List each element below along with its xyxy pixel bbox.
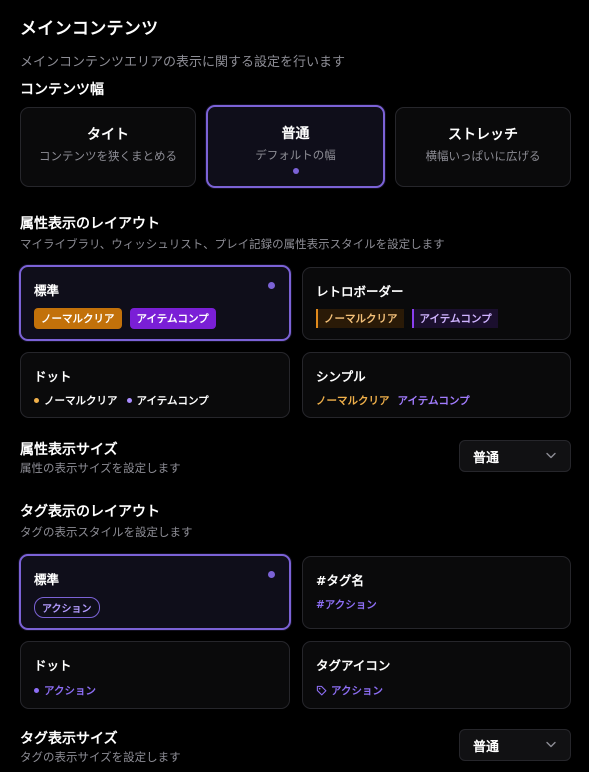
width-option-title: タイト [87, 127, 129, 143]
option-title: タグアイコン [316, 658, 391, 673]
tag-icon [316, 685, 327, 696]
width-option-desc: 横幅いっぱいに広げる [425, 149, 541, 163]
tag-size-description: タグの表示サイズを設定します [20, 750, 181, 764]
attr-size-value: 普通 [473, 450, 500, 466]
attr-size-select[interactable]: 普通 [459, 440, 571, 472]
tag-layout-option-dot[interactable]: ドット アクション [20, 641, 290, 709]
tag-label: アクション [44, 685, 96, 697]
normal-clear-badge: ノーマルクリア [34, 308, 122, 329]
attr-layout-option-simple[interactable]: シンプル ノーマルクリア アイテムコンプ [302, 352, 571, 418]
width-option-desc: コンテンツを狭くまとめる [39, 149, 177, 163]
width-option-tight[interactable]: タイト コンテンツを狭くまとめる [20, 107, 196, 187]
item-comp-label: アイテムコンプ [136, 395, 209, 407]
width-option-title: 普通 [281, 126, 310, 142]
tag-layout-option-tag-icon[interactable]: タグアイコン アクション [302, 641, 571, 709]
page-title: メインコンテンツ [20, 19, 159, 39]
option-title: #タグ名 [316, 573, 364, 588]
normal-clear-label: ノーマルクリア [44, 395, 118, 407]
item-comp-badge: アイテムコンプ [411, 309, 498, 328]
option-title: ドット [34, 658, 72, 673]
dot-icon [34, 688, 39, 693]
page-description: メインコンテンツエリアの表示に関する設定を行います [20, 55, 346, 70]
dot-icon [34, 398, 39, 403]
attr-size-heading: 属性表示サイズ [20, 442, 118, 458]
normal-clear-badge: ノーマルクリア [316, 309, 404, 328]
normal-clear-label: ノーマルクリア [316, 395, 390, 407]
attr-size-description: 属性の表示サイズを設定します [20, 461, 181, 475]
attr-layout-option-standard[interactable]: 標準 ノーマルクリア アイテムコンプ [19, 265, 291, 341]
item-comp-label: アイテムコンプ [397, 395, 470, 407]
option-title: レトロボーダー [316, 284, 404, 299]
tag-size-select[interactable]: 普通 [459, 729, 571, 761]
attr-layout-option-retro-border[interactable]: レトロボーダー ノーマルクリア アイテムコンプ [302, 267, 571, 340]
attr-layout-heading: 属性表示のレイアウト [20, 216, 160, 232]
tag-badge: アクション [34, 597, 100, 618]
attr-layout-description: マイライブラリ、ウィッシュリスト、プレイ記録の属性表示スタイルを設定します [20, 237, 445, 251]
dot-icon [126, 398, 132, 403]
item-comp-dot-item: アイテムコンプ [126, 393, 209, 408]
chevron-down-icon [546, 452, 556, 459]
content-width-heading: コンテンツ幅 [20, 82, 104, 98]
tag-size-heading: タグ表示サイズ [20, 731, 118, 747]
tag-layout-description: タグの表示スタイルを設定します [20, 525, 193, 539]
option-title: 標準 [34, 572, 60, 587]
tag-label: #アクション [316, 599, 377, 611]
option-title: シンプル [316, 369, 366, 384]
tag-size-value: 普通 [473, 739, 500, 755]
width-option-title: ストレッチ [448, 127, 518, 143]
option-title: ドット [34, 369, 72, 384]
selected-indicator-dot [268, 282, 275, 289]
tag-layout-heading: タグ表示のレイアウト [20, 504, 160, 520]
tag-layout-option-hashtag[interactable]: #タグ名 #アクション [302, 556, 571, 629]
normal-clear-dot-item: ノーマルクリア [34, 393, 118, 408]
width-option-desc: デフォルトの幅 [255, 148, 336, 162]
width-option-stretch[interactable]: ストレッチ 横幅いっぱいに広げる [395, 107, 571, 187]
tag-layout-option-standard[interactable]: 標準 アクション [19, 554, 291, 630]
width-option-normal[interactable]: 普通 デフォルトの幅 [206, 105, 385, 188]
attr-layout-option-dot[interactable]: ドット ノーマルクリア アイテムコンプ [20, 352, 290, 418]
tag-label: アクション [331, 685, 383, 697]
selected-indicator-dot [268, 571, 275, 578]
option-title: 標準 [34, 283, 60, 298]
item-comp-badge: アイテムコンプ [129, 308, 216, 329]
chevron-down-icon [546, 741, 556, 748]
selected-indicator-dot [292, 168, 299, 174]
